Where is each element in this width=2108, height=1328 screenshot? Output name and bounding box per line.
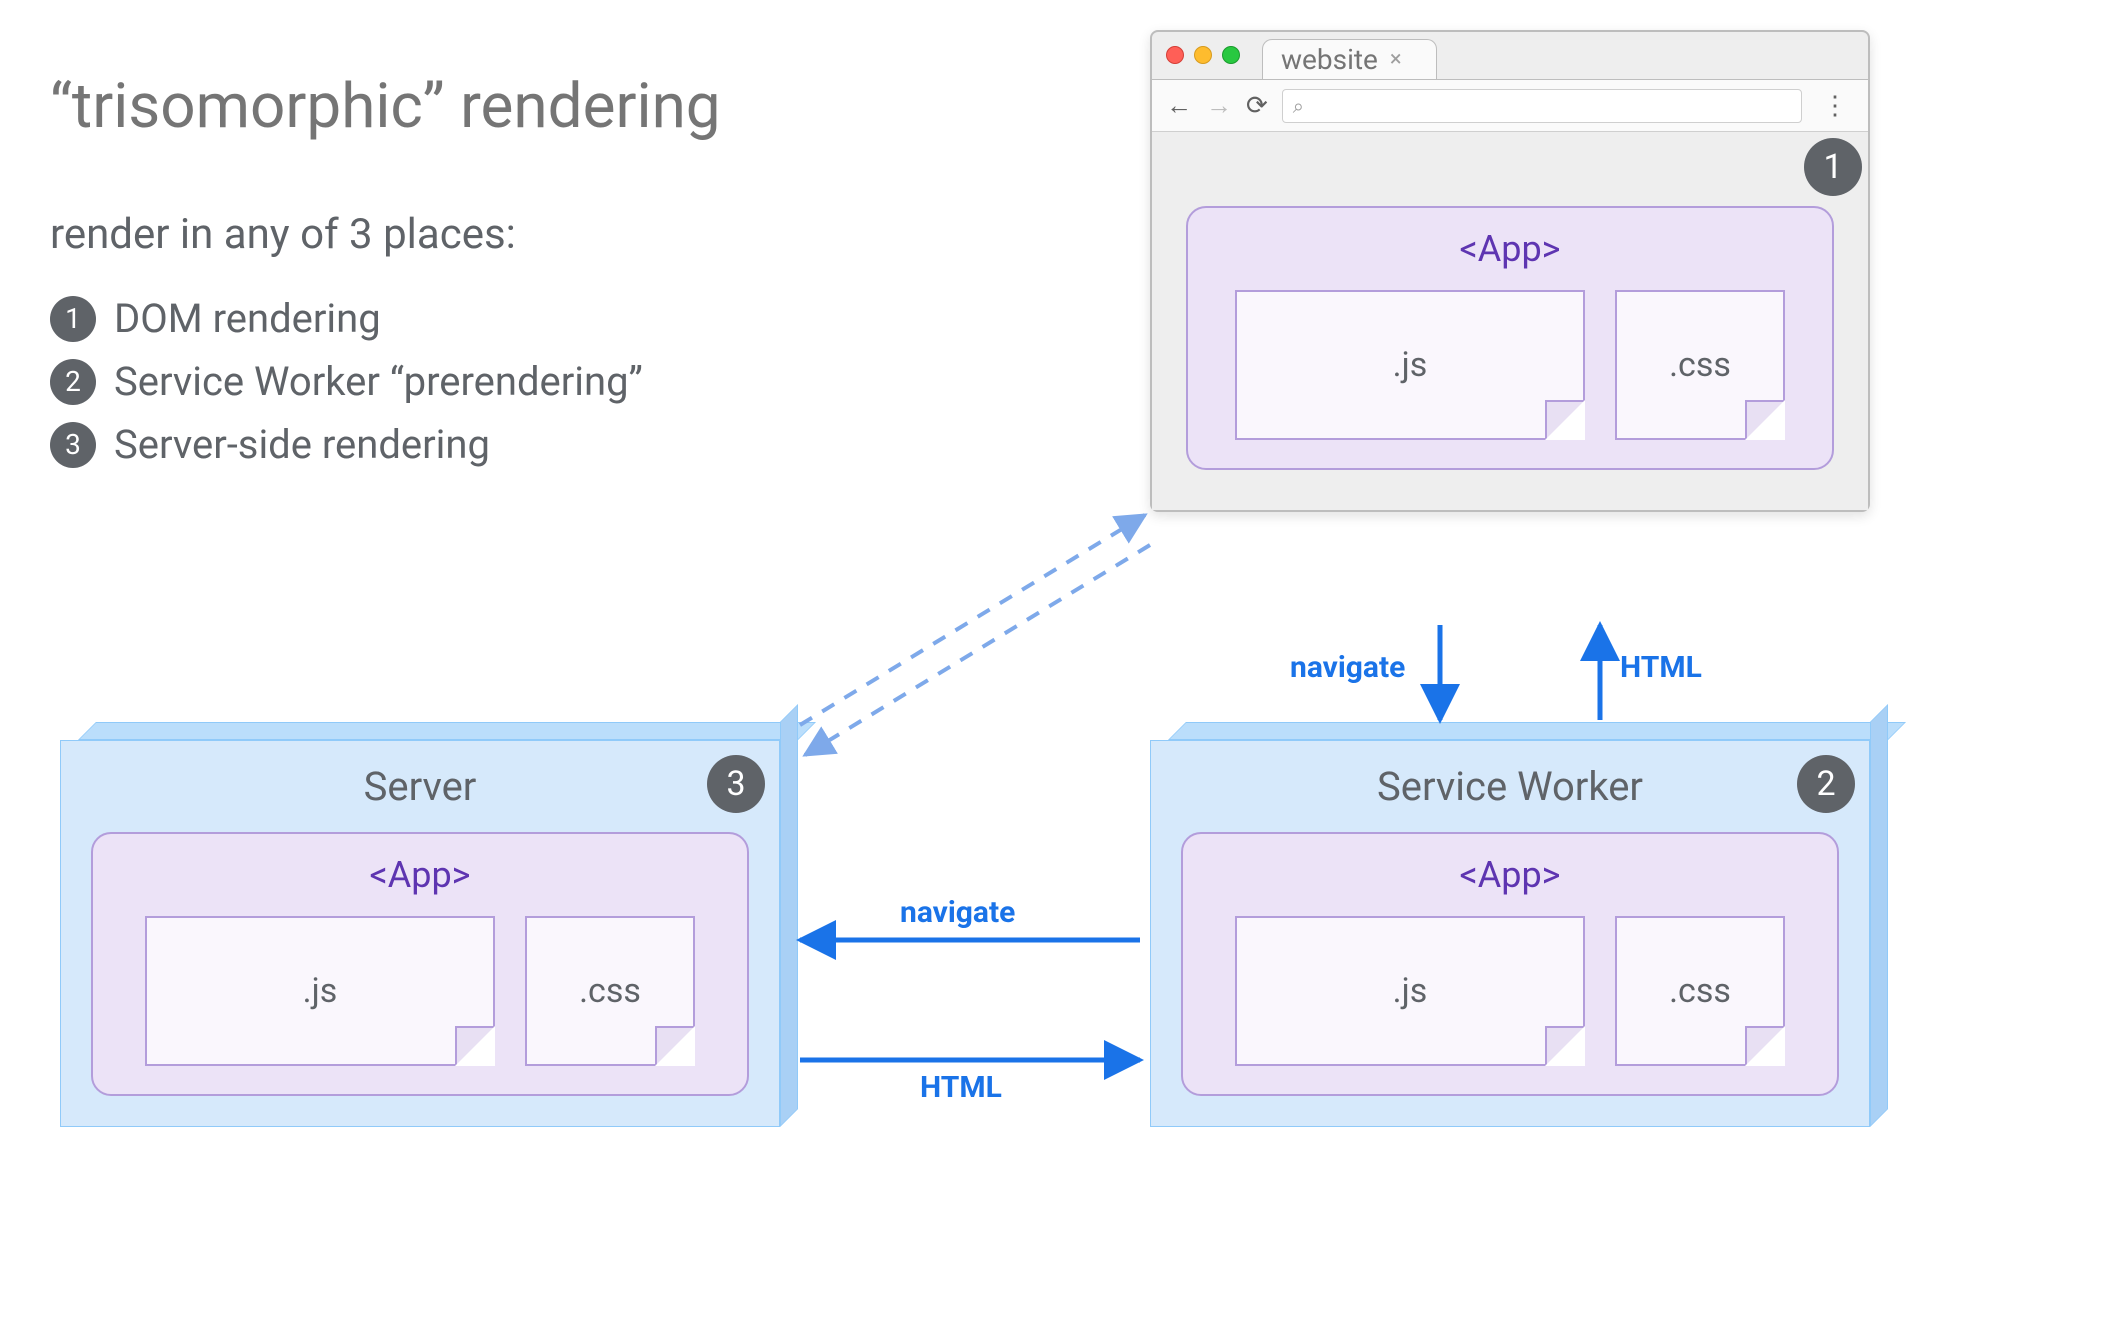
service-worker-panel: 2 Service Worker <App> .js .css xyxy=(1150,740,1870,1127)
file-label: .js xyxy=(303,971,338,1011)
arrow-label-html-right: HTML xyxy=(920,1070,1002,1105)
panel-depth-right xyxy=(1870,704,1888,1127)
arrow-label-html-up: HTML xyxy=(1620,650,1702,685)
list-badge-1: 1 xyxy=(50,296,96,342)
app-card-browser: <App> .js .css xyxy=(1186,206,1834,470)
browser-toolbar: ← → ⟳ ⌕ ⋮ xyxy=(1152,80,1868,132)
app-label: <App> xyxy=(1211,854,1809,896)
file-label: .js xyxy=(1393,345,1428,385)
file-js: .js xyxy=(1235,290,1585,440)
badge-browser: 1 xyxy=(1804,138,1862,196)
fold-corner-icon xyxy=(655,1026,695,1066)
fold-corner-icon xyxy=(455,1026,495,1066)
fold-corner-icon xyxy=(1745,1026,1785,1066)
server-panel: 3 Server <App> .js .css xyxy=(60,740,780,1127)
window-controls xyxy=(1166,46,1240,64)
list-item: 3 Server-side rendering xyxy=(50,421,643,468)
maximize-icon xyxy=(1222,46,1240,64)
places-list: 1 DOM rendering 2 Service Worker “preren… xyxy=(50,295,643,484)
reload-icon: ⟳ xyxy=(1246,91,1268,121)
back-icon: ← xyxy=(1166,90,1192,121)
list-text: Server-side rendering xyxy=(114,421,490,468)
browser-tabbar: website × xyxy=(1152,32,1868,80)
file-js: .js xyxy=(145,916,495,1066)
url-bar: ⌕ xyxy=(1282,89,1802,123)
close-icon xyxy=(1166,46,1184,64)
arrow-dashed-down-icon xyxy=(805,545,1150,755)
list-text: Service Worker “prerendering” xyxy=(114,358,643,405)
minimize-icon xyxy=(1194,46,1212,64)
fold-corner-icon xyxy=(1545,1026,1585,1066)
app-label: <App> xyxy=(1216,228,1804,270)
file-label: .css xyxy=(1669,345,1731,385)
menu-icon: ⋮ xyxy=(1816,91,1854,121)
tab-label: website xyxy=(1281,43,1378,76)
file-label: .css xyxy=(579,971,641,1011)
file-css: .css xyxy=(1615,290,1785,440)
list-item: 2 Service Worker “prerendering” xyxy=(50,358,643,405)
forward-icon: → xyxy=(1206,90,1232,121)
browser-viewport: 1 <App> .js .css xyxy=(1152,132,1868,510)
app-card-server: <App> .js .css xyxy=(91,832,749,1096)
search-icon: ⌕ xyxy=(1293,94,1304,118)
close-tab-icon: × xyxy=(1390,47,1402,72)
file-css: .css xyxy=(525,916,695,1066)
service-worker-title: Service Worker xyxy=(1181,763,1839,810)
arrow-label-navigate-down: navigate xyxy=(1290,650,1405,685)
file-label: .css xyxy=(1669,971,1731,1011)
app-card-service-worker: <App> .js .css xyxy=(1181,832,1839,1096)
fold-corner-icon xyxy=(1745,400,1785,440)
fold-corner-icon xyxy=(1545,400,1585,440)
app-label: <App> xyxy=(121,854,719,896)
arrow-label-navigate-left: navigate xyxy=(900,895,1015,930)
list-text: DOM rendering xyxy=(114,295,381,342)
badge-server: 3 xyxy=(707,755,765,813)
diagram-subtitle: render in any of 3 places: xyxy=(50,210,516,259)
file-css: .css xyxy=(1615,916,1785,1066)
browser-tab: website × xyxy=(1262,39,1437,79)
browser-window: website × ← → ⟳ ⌕ ⋮ 1 <App> .js .css xyxy=(1150,30,1870,512)
diagram-title: “trisomorphic” rendering xyxy=(50,70,721,143)
file-label: .js xyxy=(1393,971,1428,1011)
badge-service-worker: 2 xyxy=(1797,755,1855,813)
file-js: .js xyxy=(1235,916,1585,1066)
list-badge-2: 2 xyxy=(50,359,96,405)
panel-depth-top xyxy=(78,722,816,740)
server-title: Server xyxy=(91,763,749,810)
panel-depth-top xyxy=(1168,722,1906,740)
panel-depth-right xyxy=(780,704,798,1127)
list-item: 1 DOM rendering xyxy=(50,295,643,342)
list-badge-3: 3 xyxy=(50,422,96,468)
arrow-dashed-up-icon xyxy=(800,515,1145,725)
